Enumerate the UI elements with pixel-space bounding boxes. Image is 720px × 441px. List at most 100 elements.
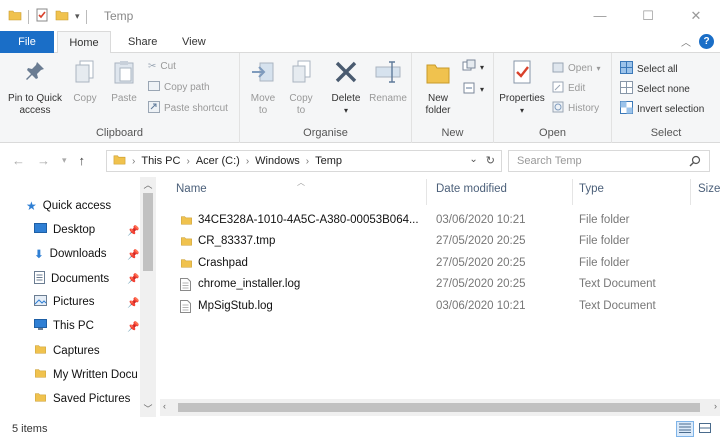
nav-item-quick-access[interactable]: ★ Quick access [26, 199, 111, 213]
pin-to-quick-access-button[interactable]: Pin to Quick access [4, 59, 66, 117]
column-header-size[interactable]: Size [698, 183, 720, 195]
nav-item-desktop[interactable]: Desktop [34, 223, 95, 237]
open-icon [552, 61, 564, 76]
address-bar[interactable]: › This PC › Acer (C:) › Windows › Temp ⌄… [106, 150, 502, 172]
file-row[interactable]: CR_83337.tmp 27/05/2020 20:25 File folde… [172, 232, 712, 253]
scroll-down-icon[interactable]: ﹀ [140, 401, 156, 417]
details-view-button[interactable] [676, 421, 694, 437]
nav-item-label: Quick access [42, 200, 112, 212]
file-row[interactable]: Crashpad 27/05/2020 20:25 File folder [172, 254, 712, 275]
history-button[interactable]: History [552, 101, 599, 116]
scroll-up-icon[interactable]: ︿ [140, 177, 156, 193]
pin-icon[interactable]: 📌 [127, 274, 139, 285]
close-button[interactable]: ✕ [672, 0, 720, 31]
paste-shortcut-button[interactable]: Paste shortcut [148, 101, 228, 116]
search-box[interactable]: Search Temp [508, 150, 710, 172]
move-to-button[interactable]: Move to [246, 59, 280, 117]
title-bar: ▾ Temp — ☐ ✕ [0, 0, 720, 31]
file-row[interactable]: chrome_installer.log 27/05/2020 20:25 Te… [172, 275, 712, 296]
pin-icon[interactable]: 📌 [127, 226, 139, 237]
scrollbar-thumb[interactable] [143, 193, 153, 271]
help-icon[interactable]: ? [699, 34, 714, 49]
breadcrumb-windows[interactable]: Windows [255, 155, 300, 167]
easy-access-button[interactable]: ▾ [462, 81, 484, 98]
breadcrumb-this-pc[interactable]: This PC [141, 155, 180, 167]
tab-file[interactable]: File [0, 31, 54, 53]
column-header-date-modified[interactable]: Date modified [436, 183, 507, 195]
properties-dropdown-icon[interactable]: ▾ [496, 105, 548, 117]
up-arrow-icon[interactable]: ↑ [79, 153, 86, 168]
maximize-button[interactable]: ☐ [624, 0, 672, 31]
easy-access-icon [462, 81, 476, 98]
nav-item-captures[interactable]: Captures [34, 343, 100, 358]
copy-to-button[interactable]: Copy to [284, 59, 318, 117]
delete-button[interactable]: Delete ▾ [328, 59, 364, 117]
search-icon[interactable] [689, 155, 701, 170]
view-switcher [676, 421, 714, 437]
new-item-button[interactable]: ▾ [462, 59, 484, 76]
copy-icon [68, 59, 102, 89]
tab-share[interactable]: Share [118, 31, 167, 53]
scroll-left-icon[interactable]: ‹ [163, 401, 166, 411]
back-arrow-icon[interactable]: ← [12, 153, 25, 168]
breadcrumb-separator-icon[interactable]: › [306, 156, 309, 167]
address-dropdown-icon[interactable]: ⌄ [469, 154, 477, 167]
select-all-button[interactable]: Select all [620, 61, 678, 77]
breadcrumb-temp[interactable]: Temp [315, 155, 342, 167]
recent-locations-icon[interactable]: ▾ [62, 155, 67, 168]
paste-shortcut-icon [148, 101, 160, 116]
properties-check-icon[interactable] [35, 8, 49, 25]
scrollbar-thumb[interactable] [178, 403, 700, 412]
tab-view[interactable]: View [172, 31, 216, 53]
breadcrumb-separator-icon[interactable]: › [246, 156, 249, 167]
nav-item-pictures[interactable]: Pictures [34, 295, 95, 309]
scroll-right-icon[interactable]: › [714, 401, 717, 411]
edit-button[interactable]: Edit [552, 81, 585, 96]
file-list-horizontal-scrollbar[interactable]: ‹ › [160, 399, 720, 416]
forward-arrow-icon[interactable]: → [37, 153, 50, 168]
navigation-pane-scrollbar[interactable]: ︿ ﹀ [140, 177, 156, 417]
pin-icon[interactable]: 📌 [127, 250, 139, 261]
column-header-name[interactable]: Name [176, 183, 207, 195]
delete-dropdown-icon[interactable]: ▾ [328, 105, 364, 117]
copy-button[interactable]: Copy [68, 59, 102, 105]
search-input[interactable]: Search Temp [517, 155, 582, 167]
refresh-icon[interactable]: ↻ [486, 154, 495, 167]
column-separator[interactable] [426, 179, 427, 205]
open-button[interactable]: Open ▾ [552, 61, 600, 76]
sort-ascending-icon: ︿ [297, 178, 305, 187]
copy-path-button[interactable]: Copy path [148, 81, 210, 94]
properties-button[interactable]: Properties ▾ [496, 59, 548, 117]
pin-icon[interactable]: 📌 [127, 322, 139, 333]
rename-button[interactable]: Rename [368, 59, 408, 105]
folder-icon[interactable] [8, 8, 22, 25]
minimize-button[interactable]: — [576, 0, 624, 31]
large-icons-view-button[interactable] [696, 421, 714, 437]
column-separator[interactable] [572, 179, 573, 205]
nav-item-this-pc[interactable]: This PC [34, 319, 94, 333]
nav-item-saved-pictures[interactable]: Saved Pictures [34, 391, 130, 406]
new-folder-icon[interactable] [55, 8, 69, 25]
nav-item-documents[interactable]: Documents [34, 271, 109, 287]
paste-button[interactable]: Paste [106, 59, 142, 105]
new-folder-button[interactable]: New folder [418, 59, 458, 117]
breadcrumb-separator-icon[interactable]: › [132, 156, 135, 167]
nav-item-downloads[interactable]: ⬇ Downloads [34, 247, 107, 261]
history-icon [552, 101, 564, 116]
pin-icon[interactable]: 📌 [127, 298, 139, 309]
file-row[interactable]: MpSigStub.log 03/06/2020 10:21 Text Docu… [172, 297, 712, 318]
breadcrumb-acer-c[interactable]: Acer (C:) [196, 155, 240, 167]
column-header-type[interactable]: Type [579, 183, 604, 195]
select-none-button[interactable]: Select none [620, 81, 690, 97]
tab-home[interactable]: Home [57, 31, 111, 54]
collapse-ribbon-icon[interactable]: ︿ [681, 34, 691, 49]
cut-button[interactable]: ✂ Cut [148, 61, 176, 72]
file-row[interactable]: 34CE328A-1010-4A5C-A380-00053B064... 03/… [172, 211, 712, 232]
nav-item-my-written-docu[interactable]: My Written Docu [34, 367, 138, 382]
qat-dropdown-icon[interactable]: ▾ [75, 11, 80, 22]
ribbon-right-controls: ︿ ? [681, 34, 714, 49]
file-type: Text Document [579, 278, 656, 290]
column-separator[interactable] [690, 179, 691, 205]
breadcrumb-separator-icon[interactable]: › [186, 156, 189, 167]
invert-selection-button[interactable]: Invert selection [620, 101, 704, 117]
